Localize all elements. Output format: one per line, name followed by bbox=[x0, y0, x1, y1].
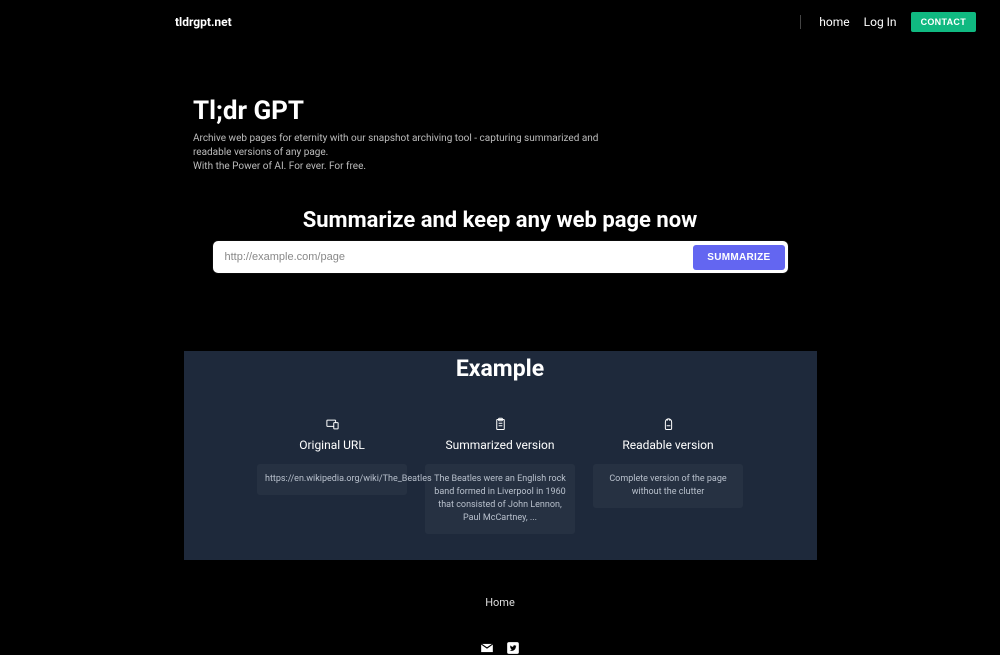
col-head-readable: Readable version bbox=[593, 438, 743, 452]
contact-button[interactable]: CONTACT bbox=[911, 12, 976, 32]
hero-section: Tl;dr GPT Archive web pages for eternity… bbox=[0, 44, 1000, 174]
col-body-original: https://en.wikipedia.org/wiki/The_Beatle… bbox=[257, 464, 407, 495]
example-panel: Example Original URL https://en.wikipedi… bbox=[184, 351, 817, 560]
url-input[interactable] bbox=[219, 244, 694, 270]
top-nav: home Log In CONTACT bbox=[800, 12, 976, 32]
col-body-readable: Complete version of the page without the… bbox=[593, 464, 743, 508]
mail-icon[interactable] bbox=[480, 641, 494, 655]
twitter-icon[interactable] bbox=[506, 641, 520, 655]
summarize-button[interactable]: SUMMARIZE bbox=[693, 245, 784, 270]
col-head-original: Original URL bbox=[257, 438, 407, 452]
nav-separator bbox=[800, 15, 801, 29]
clipboard-icon bbox=[425, 416, 575, 432]
backpack-icon bbox=[593, 416, 743, 432]
header: tldrgpt.net home Log In CONTACT bbox=[0, 0, 1000, 44]
hero-subtitle: Archive web pages for eternity with our … bbox=[193, 132, 613, 174]
col-body-summarized: The Beatles were an English rock band fo… bbox=[425, 464, 575, 534]
example-col-summarized: Summarized version The Beatles were an E… bbox=[425, 416, 575, 534]
example-col-original: Original URL https://en.wikipedia.org/wi… bbox=[257, 416, 407, 495]
url-search-bar: SUMMARIZE bbox=[213, 241, 788, 273]
social-links bbox=[0, 641, 1000, 655]
example-title: Example bbox=[184, 351, 817, 382]
col-head-summarized: Summarized version bbox=[425, 438, 575, 452]
nav-login[interactable]: Log In bbox=[864, 15, 897, 29]
example-col-readable: Readable version Complete version of the… bbox=[593, 416, 743, 508]
site-logo[interactable]: tldrgpt.net bbox=[175, 15, 232, 29]
footer-home-link[interactable]: Home bbox=[0, 596, 1000, 609]
summarize-heading: Summarize and keep any web page now bbox=[0, 208, 1000, 233]
hero-subtitle-line1: Archive web pages for eternity with our … bbox=[193, 133, 598, 158]
hero-title: Tl;dr GPT bbox=[193, 96, 1000, 126]
example-columns: Original URL https://en.wikipedia.org/wi… bbox=[184, 416, 817, 534]
devices-icon bbox=[257, 416, 407, 432]
nav-home[interactable]: home bbox=[819, 15, 849, 29]
hero-subtitle-line2: With the Power of AI. For ever. For free… bbox=[193, 161, 366, 172]
